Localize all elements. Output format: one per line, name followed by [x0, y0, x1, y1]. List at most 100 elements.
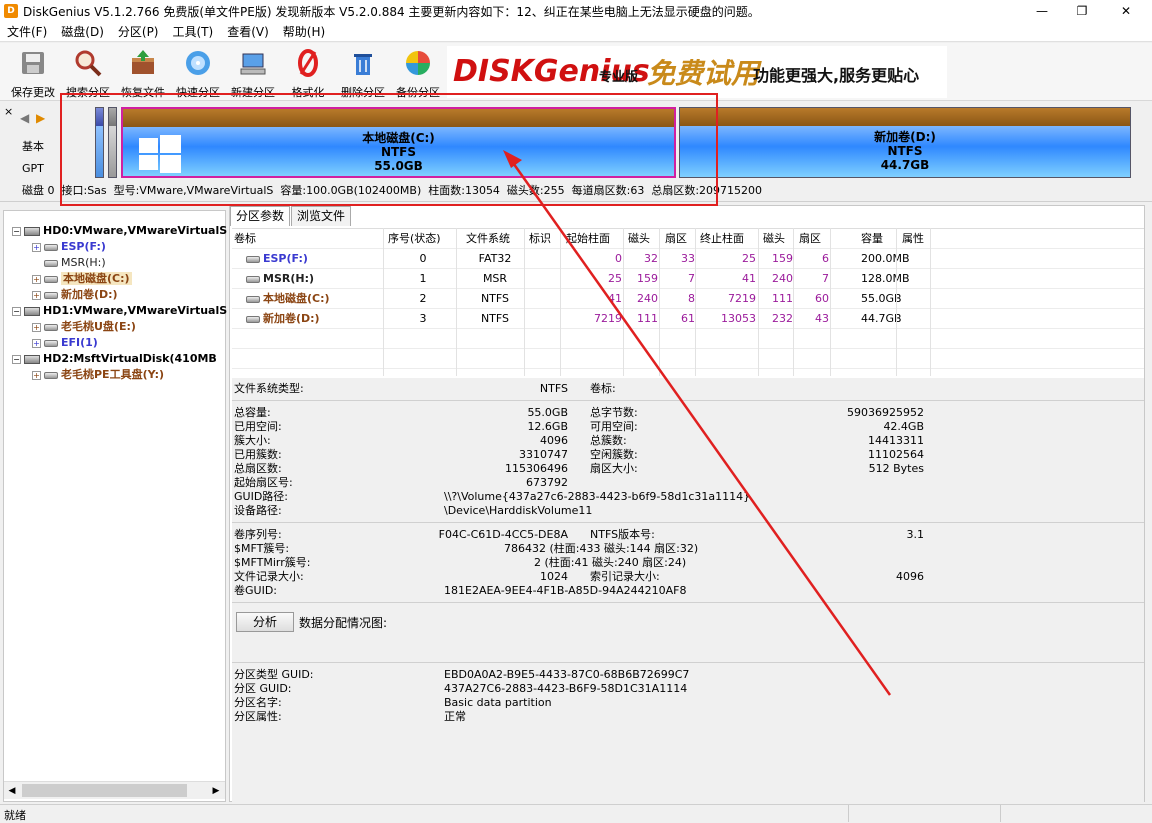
- col-attr[interactable]: 属性: [902, 229, 924, 249]
- diskmap-close-icon[interactable]: ×: [4, 105, 13, 118]
- collapse-icon[interactable]: −: [12, 306, 21, 316]
- scroll-left-icon[interactable]: ◀: [4, 783, 20, 799]
- analyze-button[interactable]: 分析: [236, 612, 294, 632]
- quick-partition-button[interactable]: 快速分区: [171, 48, 225, 99]
- search-partition-button[interactable]: 搜索分区: [61, 48, 115, 99]
- maximize-button[interactable]: ❐: [1060, 0, 1104, 22]
- table-cell: [529, 309, 559, 329]
- fs-type-value: NTFS: [539, 382, 568, 395]
- table-cell: 0: [615, 252, 622, 265]
- partition-icon: [246, 255, 260, 263]
- tree-part-y[interactable]: + 老毛桃PE工具盘(Y:): [32, 367, 164, 383]
- col-label[interactable]: 卷标: [234, 229, 256, 249]
- partition-table: 卷标 序号(状态) 文件系统 标识 起始柱面 磁头 扇区 终止柱面 磁头 扇区 …: [232, 228, 1144, 389]
- tree-part-msr[interactable]: MSR(H:): [44, 255, 106, 271]
- tree-part-d[interactable]: + 新加卷(D:): [32, 287, 118, 303]
- tree-label: MSR(H:): [61, 256, 106, 269]
- tree-part-esp[interactable]: + ESP(F:): [32, 239, 106, 255]
- tree-disk-hd1[interactable]: − HD1:VMware,VMwareVirtualS: [12, 303, 227, 319]
- disk-style-label: GPT: [22, 162, 44, 175]
- save-changes-button[interactable]: 保存更改: [6, 48, 60, 99]
- nav-left-icon[interactable]: ◀: [20, 111, 29, 125]
- tree-disk-hd2[interactable]: − HD2:MsftVirtualDisk(410MB: [12, 351, 217, 367]
- nav-right-icon[interactable]: ▶: [36, 111, 45, 125]
- detail-value: 673792: [526, 476, 568, 489]
- scroll-right-icon[interactable]: ▶: [208, 783, 224, 799]
- empty-table-row: [232, 349, 1144, 369]
- tree-part-e[interactable]: + 老毛桃U盘(E:): [32, 319, 136, 335]
- partition-icon: [246, 295, 260, 303]
- guid-path-label: GUID路径:: [234, 490, 288, 503]
- table-cell: [902, 249, 928, 269]
- harddisk-icon: [24, 354, 40, 364]
- delete-partition-button[interactable]: 删除分区: [336, 48, 390, 99]
- tree-disk-hd0[interactable]: − HD0:VMware,VMwareVirtualS: [12, 223, 227, 239]
- guid-path-value: \\?\Volume{437a27c6-2883-4423-b6f9-58d1c…: [444, 490, 751, 503]
- table-row[interactable]: 新加卷(D:) 3 NTFS 7219 111 61 13053 232 43 44.7GB: [232, 309, 1144, 329]
- disk-type-label: 基本: [22, 140, 44, 153]
- tab-partition-params[interactable]: 分区参数: [230, 206, 291, 226]
- detail-label: 总字节数:: [590, 406, 638, 419]
- table-row[interactable]: 本地磁盘(C:) 2 NTFS 41 240 8 7219 111 60 55.0GB: [232, 289, 1144, 309]
- col-sector2[interactable]: 扇区: [799, 229, 821, 249]
- col-head1[interactable]: 磁头: [628, 229, 650, 249]
- expand-icon[interactable]: +: [32, 274, 41, 284]
- new-partition-button[interactable]: 新建分区: [226, 48, 280, 99]
- collapse-icon[interactable]: −: [12, 226, 21, 236]
- menu-view[interactable]: 查看(V): [220, 22, 276, 42]
- table-cell: 33: [681, 252, 695, 265]
- backup-partition-button[interactable]: 备份分区: [391, 48, 445, 99]
- table-row[interactable]: ESP(F:) 0 FAT32 0 32 33 25 159 6 200.0MB: [232, 249, 1144, 269]
- menu-file[interactable]: 文件(F): [0, 22, 54, 42]
- partition-icon: [246, 315, 260, 323]
- col-start-cyl[interactable]: 起始柱面: [566, 229, 610, 249]
- partition-d-block[interactable]: 新加卷(D:) NTFS 44.7GB: [679, 107, 1131, 178]
- col-capacity[interactable]: 容量: [861, 229, 883, 249]
- col-fs[interactable]: 文件系统: [466, 229, 510, 249]
- col-end-cyl[interactable]: 终止柱面: [700, 229, 744, 249]
- collapse-icon[interactable]: −: [12, 354, 21, 364]
- close-button[interactable]: ✕: [1104, 0, 1148, 22]
- col-sector1[interactable]: 扇区: [665, 229, 687, 249]
- tree-part-c[interactable]: + 本地磁盘(C:): [32, 271, 132, 287]
- table-cell: 25: [742, 252, 756, 265]
- promo-banner[interactable]: DISKGenius 专业版 免费试用 功能更强大,服务更贴心: [447, 46, 947, 98]
- banner-slogan-free: 免费试用: [647, 57, 760, 90]
- menu-help[interactable]: 帮助(H): [276, 22, 332, 42]
- detail-value: 14413311: [868, 434, 924, 447]
- tree-horizontal-scrollbar[interactable]: ◀ ▶: [4, 781, 225, 799]
- detail-label: 已用空间:: [234, 420, 282, 433]
- tree-part-efi[interactable]: + EFI(1): [32, 335, 98, 351]
- col-head2[interactable]: 磁头: [763, 229, 785, 249]
- detail-label: 总簇数:: [590, 434, 627, 447]
- menu-tools[interactable]: 工具(T): [166, 22, 221, 42]
- menu-partition[interactable]: 分区(P): [111, 22, 166, 42]
- expand-icon[interactable]: +: [32, 242, 41, 252]
- recover-files-button[interactable]: 恢复文件: [116, 48, 170, 99]
- table-row[interactable]: MSR(H:) 1 MSR 25 159 7 41 240 7 128.0MB: [232, 269, 1144, 289]
- col-index[interactable]: 序号(状态): [388, 229, 441, 249]
- table-cell: 128.0MB: [861, 272, 910, 285]
- record-size-label: 文件记录大小:: [234, 570, 304, 583]
- expand-icon[interactable]: +: [32, 290, 41, 300]
- expand-icon[interactable]: +: [32, 370, 41, 380]
- detail-label: 已用簇数:: [234, 448, 282, 461]
- volume-label-label: 卷标:: [590, 382, 616, 395]
- ptype-guid-value: EBD0A0A2-B9E5-4433-87C0-68B6B72699C7: [444, 668, 690, 681]
- scroll-thumb[interactable]: [22, 784, 187, 797]
- expand-icon[interactable]: +: [32, 338, 41, 348]
- disk-tree: − HD0:VMware,VMwareVirtualS + ESP(F:) MSR(…: [3, 210, 227, 802]
- expand-icon[interactable]: +: [32, 322, 41, 332]
- minimize-button[interactable]: —: [1020, 0, 1064, 22]
- table-cell: 3: [419, 312, 427, 325]
- col-id[interactable]: 标识: [529, 229, 551, 249]
- partition-c-block[interactable]: 本地磁盘(C:) NTFS 55.0GB: [121, 107, 676, 178]
- tab-browse-files[interactable]: 浏览文件: [291, 206, 352, 226]
- partition-msr-block[interactable]: [108, 107, 117, 178]
- tree-label: 老毛桃U盘(E:): [61, 320, 136, 333]
- volume-guid-label: 卷GUID:: [234, 584, 277, 597]
- menu-bar: 文件(F) 磁盘(D) 分区(P) 工具(T) 查看(V) 帮助(H): [0, 22, 1152, 42]
- format-button[interactable]: 格式化: [281, 48, 335, 99]
- partition-esp-block[interactable]: [95, 107, 104, 178]
- menu-disk[interactable]: 磁盘(D): [54, 22, 111, 42]
